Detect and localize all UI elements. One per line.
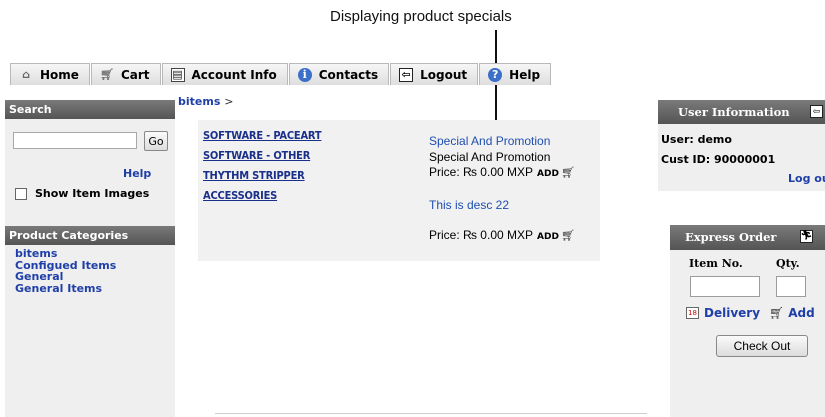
add-to-cart-button[interactable]: ADD [537, 167, 559, 183]
top-nav: ⌂ Home 🛒︎ Cart ▤ Account Info i Contacts… [10, 63, 552, 85]
user-information-box: User Information ⇦ User: demo Cust ID: 9… [658, 100, 825, 191]
cart-icon[interactable]: 🛒︎ [561, 166, 575, 182]
promotion-title: Special And Promotion [429, 134, 551, 148]
delivery-label: Delivery [704, 306, 761, 320]
price-text: Price: ₨ 0.00 MXP [429, 165, 534, 179]
tab-account-info[interactable]: ▤ Account Info [161, 63, 288, 85]
search-input[interactable] [13, 132, 137, 149]
special-product-link[interactable]: SOFTWARE - PACEART [203, 126, 322, 146]
category-list: bitems Configued Items General General I… [15, 248, 116, 294]
price-text: Price: ₨ 0.00 MXP [429, 228, 534, 242]
show-item-images-checkbox[interactable] [15, 187, 27, 200]
info-icon: i [297, 67, 312, 82]
breadcrumb: bitems > [178, 95, 233, 108]
item-number-input[interactable] [690, 276, 760, 297]
tab-help-label: Help [509, 67, 541, 82]
product-description: This is desc 22 [429, 197, 510, 212]
cart-icon: 🛒︎ [99, 68, 114, 81]
express-order-header: Express Order 🏃︎ [670, 225, 825, 250]
item-number-label: Item No. [689, 257, 743, 270]
tab-cart-label: Cart [120, 67, 150, 82]
promotion-block: Special And Promotion Special And Promot… [429, 134, 575, 246]
tab-help[interactable]: ? Help [479, 63, 552, 85]
running-person-icon: 🏃︎ [800, 230, 813, 243]
customer-id: Cust ID: 90000001 [661, 153, 776, 166]
user-information-header: User Information ⇦ [658, 100, 825, 124]
search-help-link[interactable]: Help [123, 167, 151, 180]
go-button[interactable]: Go [144, 131, 168, 151]
divider [215, 413, 647, 414]
callout-caption: Displaying product specials [330, 8, 512, 25]
quantity-label: Qty. [776, 257, 800, 270]
category-item-general[interactable]: General [15, 271, 116, 283]
breadcrumb-separator: > [224, 95, 234, 108]
tab-logout-label: Logout [420, 67, 468, 82]
logout-icon: ⇦ [810, 105, 823, 118]
cart-icon: 🛒︎ [769, 306, 785, 320]
express-add-link[interactable]: 🛒︎ Add [767, 306, 815, 320]
breadcrumb-link-bitems[interactable]: bitems [178, 95, 220, 108]
tab-logout[interactable]: ⇦ Logout [390, 63, 479, 85]
delivery-link[interactable]: 18 Delivery [686, 306, 760, 320]
special-product-link[interactable]: THYTHM STRIPPER [203, 166, 321, 186]
calendar-icon: 18 [686, 307, 699, 319]
account-icon: ▤ [170, 67, 185, 82]
special-product-list: SOFTWARE - PACEART SOFTWARE - OTHER THYT… [203, 126, 322, 206]
home-icon: ⌂ [22, 68, 30, 81]
cart-icon[interactable]: 🛒︎ [561, 229, 575, 245]
tab-contacts-label: Contacts [318, 67, 379, 82]
search-header: Search [5, 100, 175, 119]
special-product-link[interactable]: SOFTWARE - OTHER [203, 146, 321, 166]
express-add-label: Add [788, 306, 815, 320]
show-item-images-label: Show Item Images [35, 187, 150, 200]
product-specials-panel: SOFTWARE - PACEART SOFTWARE - OTHER THYT… [198, 120, 600, 261]
help-icon: ? [488, 67, 503, 82]
logout-link[interactable]: Log ou [788, 172, 825, 185]
special-product-link[interactable]: ACCESSORIES [203, 186, 321, 206]
user-name: User: demo [661, 133, 732, 146]
quantity-input[interactable] [776, 276, 806, 297]
logout-icon: ⇦ [399, 67, 414, 82]
promotion-subtitle: Special And Promotion [429, 149, 551, 164]
category-item-bitems[interactable]: bitems [15, 248, 116, 260]
tab-account-info-label: Account Info [191, 67, 277, 82]
show-item-images-toggle[interactable]: Show Item Images [15, 187, 149, 200]
category-item-general-items[interactable]: General Items [15, 282, 116, 295]
product-categories-header: Product Categories [5, 226, 175, 245]
tab-cart[interactable]: 🛒︎ Cart [90, 63, 161, 85]
user-information-title: User Information [678, 105, 790, 119]
tab-contacts[interactable]: i Contacts [288, 63, 390, 85]
tab-home-label: Home [40, 67, 79, 82]
add-to-cart-button[interactable]: ADD [537, 230, 559, 246]
tab-home[interactable]: ⌂ Home [10, 63, 90, 85]
express-order-title: Express Order [685, 230, 777, 244]
express-order-box: Express Order 🏃︎ Item No. Qty. 18 Delive… [670, 225, 825, 417]
check-out-button[interactable]: Check Out [716, 335, 808, 357]
price-row: Price: ₨ 0.00 MXP ADD 🛒︎ [429, 165, 575, 183]
left-sidebar: Search Go Help Show Item Images Product … [5, 100, 175, 417]
price-row: Price: ₨ 0.00 MXP ADD 🛒︎ [429, 228, 575, 246]
